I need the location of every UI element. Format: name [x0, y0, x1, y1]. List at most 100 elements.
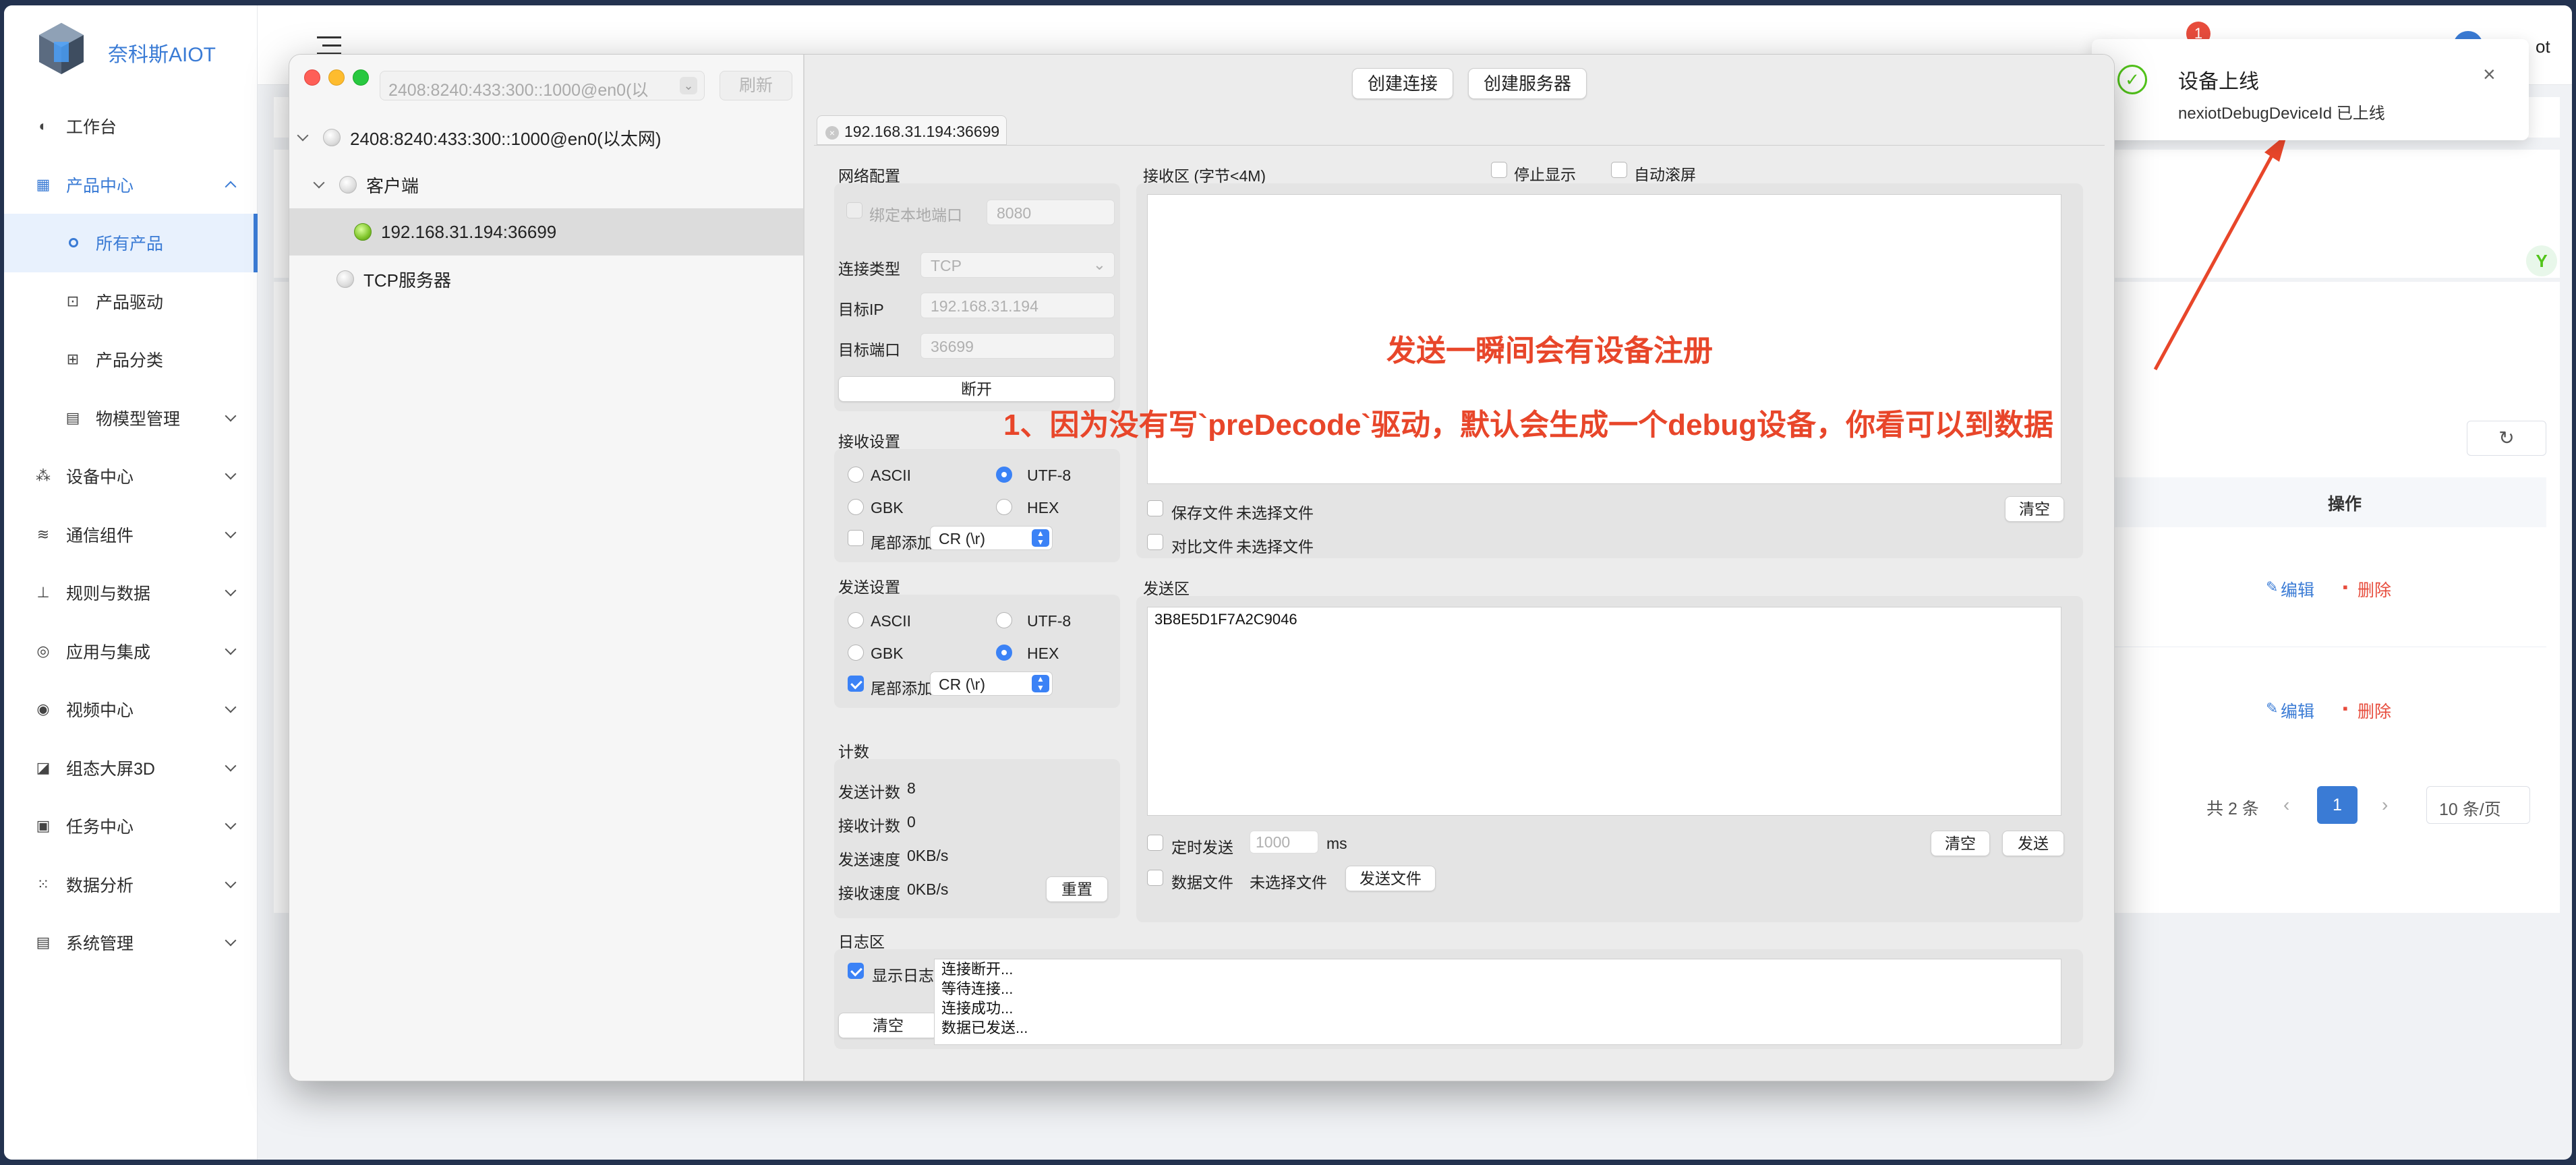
reset-button[interactable]: 重置	[1046, 876, 1108, 902]
chevron-down-icon: ⌄	[680, 77, 697, 94]
send-area-title: 发送区	[1143, 580, 1190, 597]
tree-connection-item[interactable]: 192.168.31.194:36699	[289, 208, 803, 256]
recv-ascii-radio[interactable]	[848, 467, 864, 483]
recv-tail-label: 尾部添加	[871, 534, 933, 551]
auto-scroll-checkbox[interactable]	[1611, 162, 1627, 178]
tab-connection[interactable]: × 192.168.31.194:36699	[817, 115, 1007, 145]
send-ascii-radio[interactable]	[848, 612, 864, 628]
close-icon[interactable]: ×	[2483, 62, 2496, 87]
target-ip-field[interactable]: 192.168.31.194	[920, 293, 1115, 318]
close-window-button[interactable]	[304, 69, 320, 86]
count-title: 计数	[838, 743, 869, 760]
recv-gbk-label: GBK	[871, 499, 904, 516]
send-count-value: 8	[907, 779, 916, 797]
tcp-tool-window: 2408:8240:433:300::1000@en0(以 ⌄ 刷新 2408:8…	[289, 54, 2115, 1081]
chevron-down-icon	[297, 129, 309, 142]
close-tab-icon[interactable]: ×	[825, 125, 839, 140]
log-clear-button[interactable]: 清空	[838, 1013, 938, 1038]
send-tail-value: CR (\r)	[939, 676, 985, 693]
tree-root-label: 2408:8240:433:300::1000@en0(以太网)	[350, 128, 662, 149]
status-icon	[323, 129, 341, 146]
tree-server-item[interactable]: TCP服务器	[289, 256, 803, 303]
conn-type-label: 连接类型	[838, 260, 900, 278]
stop-show-checkbox[interactable]	[1491, 162, 1507, 178]
send-hex-radio[interactable]	[996, 645, 1012, 661]
timer-interval-field[interactable]: 1000	[1250, 831, 1318, 854]
annotation-text-1: 发送一瞬间会有设备注册	[1386, 334, 1713, 367]
send-utf8-radio[interactable]	[996, 612, 1012, 628]
stop-show-label: 停止显示	[1514, 166, 1576, 183]
tree-client-item[interactable]: 客户端	[289, 161, 803, 208]
chevron-down-icon	[313, 177, 325, 189]
data-file-name: 未选择文件	[1250, 874, 1327, 891]
device-online-toast: ✓ 设备上线 nexiotDebugDeviceId 已上线 ×	[2092, 39, 2529, 140]
timer-send-label: 定时发送	[1171, 839, 1233, 856]
send-hex-label: HEX	[1027, 645, 1059, 662]
chevron-down-icon: ⌄	[1092, 256, 1106, 273]
conn-type-value: TCP	[931, 257, 962, 274]
address-select[interactable]: 2408:8240:433:300::1000@en0(以 ⌄	[380, 71, 705, 100]
recv-tail-checkbox[interactable]	[848, 530, 864, 546]
send-settings-title: 发送设置	[838, 578, 900, 596]
timer-send-checkbox[interactable]	[1147, 835, 1163, 851]
target-ip-label: 目标IP	[838, 301, 884, 318]
recv-gbk-radio[interactable]	[848, 499, 864, 515]
log-title: 日志区	[838, 933, 885, 951]
recv-hex-label: HEX	[1027, 499, 1059, 516]
bind-port-label: 绑定本地端口	[869, 206, 962, 224]
recv-speed-label: 接收速度	[838, 885, 900, 902]
target-port-field[interactable]: 36699	[920, 333, 1115, 359]
send-ascii-label: ASCII	[871, 612, 912, 630]
data-file-label: 数据文件	[1171, 874, 1233, 891]
bind-port-checkbox[interactable]	[846, 202, 862, 218]
send-count-label: 发送计数	[838, 783, 900, 801]
recv-speed-value: 0KB/s	[907, 880, 949, 898]
send-tail-checkbox[interactable]	[848, 676, 864, 692]
create-connection-button[interactable]: 创建连接	[1352, 68, 1453, 99]
save-file-name: 未选择文件	[1236, 504, 1314, 522]
session-panel: 创建连接 创建服务器 × 192.168.31.194:36699 网络配置 绑定…	[804, 55, 2114, 1081]
recv-utf8-label: UTF-8	[1027, 467, 1072, 484]
auto-scroll-label: 自动滚屏	[1634, 166, 1696, 183]
maximize-window-button[interactable]	[353, 69, 369, 86]
success-icon: ✓	[2117, 65, 2147, 94]
net-config-title: 网络配置	[838, 167, 900, 185]
save-file-checkbox[interactable]	[1147, 500, 1163, 516]
bind-port-field[interactable]: 8080	[987, 200, 1115, 225]
recv-settings-title: 接收设置	[838, 433, 900, 450]
show-log-checkbox[interactable]	[848, 963, 864, 979]
recv-tail-select[interactable]: CR (\r) ▲ ▼	[930, 526, 1053, 550]
conn-type-select[interactable]: TCP ⌄	[920, 252, 1115, 278]
connection-panel: 2408:8240:433:300::1000@en0(以 ⌄ 刷新 2408:8…	[289, 55, 804, 1081]
send-gbk-radio[interactable]	[848, 645, 864, 661]
recv-count-label: 接收计数	[838, 817, 900, 835]
tree-server-label: TCP服务器	[363, 270, 452, 291]
save-file-label: 保存文件	[1171, 504, 1233, 522]
send-textarea[interactable]: 3B8E5D1F7A2C9046	[1147, 607, 2061, 816]
send-tail-select[interactable]: CR (\r) ▲ ▼	[930, 671, 1053, 696]
disconnect-button[interactable]: 断开	[838, 376, 1115, 402]
send-file-button[interactable]: 发送文件	[1345, 866, 1436, 891]
timer-unit: ms	[1326, 835, 1347, 852]
log-textarea[interactable]: 连接断开... 等待连接... 连接成功... 数据已发送...	[934, 959, 2061, 1045]
address-value: 2408:8240:433:300::1000@en0(以	[388, 81, 649, 100]
compare-file-label: 对比文件	[1171, 538, 1233, 556]
compare-file-name: 未选择文件	[1236, 538, 1314, 556]
status-icon	[339, 176, 357, 193]
recv-utf8-radio[interactable]	[996, 467, 1012, 483]
send-button[interactable]: 发送	[2002, 831, 2064, 856]
minimize-window-button[interactable]	[328, 69, 345, 86]
data-file-checkbox[interactable]	[1147, 870, 1163, 886]
refresh-button[interactable]: 刷新	[720, 71, 792, 100]
create-server-button[interactable]: 创建服务器	[1468, 68, 1587, 99]
recv-clear-button[interactable]: 清空	[2005, 496, 2064, 522]
target-port-label: 目标端口	[838, 341, 900, 359]
connection-tree: 2408:8240:433:300::1000@en0(以太网) 客户端 192…	[289, 114, 803, 303]
show-log-label: 显示日志	[872, 967, 934, 984]
tree-root-item[interactable]: 2408:8240:433:300::1000@en0(以太网)	[289, 114, 803, 161]
recv-count-value: 0	[907, 813, 916, 831]
tab-label: 192.168.31.194:36699	[844, 123, 1000, 140]
recv-hex-radio[interactable]	[996, 499, 1012, 515]
compare-file-checkbox[interactable]	[1147, 534, 1163, 550]
send-clear-button[interactable]: 清空	[1931, 831, 1990, 856]
